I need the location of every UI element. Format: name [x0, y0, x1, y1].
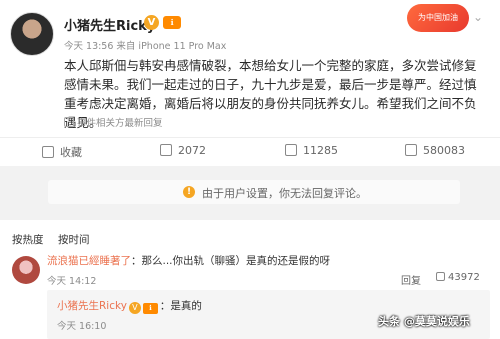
favorite-button[interactable]: 收藏: [42, 144, 82, 160]
tab-by-hot[interactable]: 按热度: [12, 232, 44, 247]
like-count: 580083: [423, 144, 465, 157]
comment-line: 流浪猫已經睡著了：那么...你出轨（聊骚）是真的还是假的呀: [47, 253, 330, 268]
thumb-up-icon: [436, 272, 445, 281]
edit-note[interactable]: 事件相关方最新回复: [64, 115, 163, 129]
comment-button[interactable]: 11285: [285, 144, 338, 157]
comment-icon: [285, 144, 297, 156]
comment-like-count: 43972: [448, 272, 480, 283]
verified-v-icon: V: [144, 15, 159, 30]
favorite-label: 收藏: [60, 146, 82, 159]
reply-disabled-notice: ! 由于用户设置，你无法回复评论。: [48, 180, 460, 204]
edit-icon: [64, 117, 74, 127]
author-name[interactable]: 小猪先生Ricky: [64, 15, 155, 34]
star-icon: [42, 146, 54, 158]
post-meta: 今天 13:56 来自 iPhone 11 Pro Max: [64, 41, 227, 52]
chevron-down-icon[interactable]: ⌄: [473, 10, 483, 24]
info-icon: !: [183, 186, 195, 198]
action-bar: 收藏 2072 11285 580083: [0, 137, 500, 165]
comment-body: ：那么...你出轨（聊骚）是真的还是假的呀: [131, 255, 331, 267]
author-avatar[interactable]: [10, 12, 54, 56]
comment-count: 11285: [303, 144, 338, 157]
weibo-post: 小猪先生Ricky V ℹ 今天 13:56 来自 iPhone 11 Pro …: [0, 0, 500, 166]
comment-sort-tabs: 按热度 按时间: [0, 220, 500, 246]
notice-text: 由于用户设置，你无法回复评论。: [202, 187, 367, 200]
source-watermark: 头条 @莫莫说娱乐: [378, 315, 470, 328]
reply-author-name[interactable]: 小猪先生Ricky: [57, 300, 127, 312]
repost-button[interactable]: 2072: [160, 144, 206, 157]
promo-badge: 为中国加油: [407, 4, 469, 32]
comment-time: 今天 14:12: [47, 276, 97, 287]
repost-count: 2072: [178, 144, 206, 157]
tab-by-time[interactable]: 按时间: [58, 232, 90, 247]
reply-line: 小猪先生Ricky Vℹ ：是真的: [57, 298, 202, 314]
commenter-name[interactable]: 流浪猫已經睡著了: [47, 255, 131, 267]
reply-body: ：是真的: [159, 300, 202, 312]
repost-icon: [160, 144, 172, 156]
edit-note-text: 事件相关方最新回复: [77, 118, 163, 129]
reply-time: 今天 16:10: [57, 321, 107, 332]
thumb-up-icon: [405, 144, 417, 156]
commenter-avatar[interactable]: [12, 256, 40, 284]
level-badge-icon: ℹ: [163, 16, 181, 29]
level-badge-icon: ℹ: [142, 303, 158, 314]
verified-v-icon: V: [128, 302, 141, 314]
like-button[interactable]: 580083: [405, 144, 465, 157]
reply-button[interactable]: 回复: [401, 272, 421, 287]
comment-like-button[interactable]: 43972: [436, 272, 480, 283]
